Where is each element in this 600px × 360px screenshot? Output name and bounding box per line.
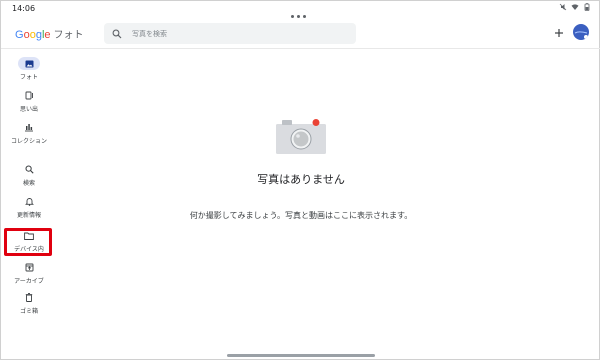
add-button[interactable] <box>551 25 567 41</box>
sidebar-item-search[interactable]: 検索 <box>5 163 53 189</box>
logo-product-name: フォト <box>53 30 84 41</box>
wifi-icon <box>571 4 579 10</box>
plus-icon <box>555 29 563 37</box>
mute-icon <box>559 3 567 11</box>
search-bar[interactable]: 写真を検索 <box>104 23 356 44</box>
status-icons <box>559 3 591 11</box>
highlight-box <box>4 228 52 256</box>
sidebar-item-collections[interactable]: コレクション <box>5 121 53 147</box>
empty-state-description: 何か撮影してみましょう。写真と動画はここに表示されます。 <box>189 211 413 220</box>
memories-icon <box>18 89 40 102</box>
sidebar-item-label: コレクション <box>10 138 47 145</box>
sidebar-item-trash[interactable]: ゴミ箱 <box>5 291 53 317</box>
camera-illustration-icon <box>276 118 326 154</box>
battery-icon <box>584 3 590 11</box>
sidebar-item-label: アーカイブ <box>14 278 44 285</box>
bell-icon <box>18 195 40 208</box>
sidebar-item-memories[interactable]: 思い出 <box>5 89 53 115</box>
status-time: 14:06 <box>12 4 36 13</box>
trash-icon <box>18 291 40 304</box>
google-photos-logo[interactable]: Google フォト <box>15 26 84 41</box>
sidebar-item-label: 思い出 <box>19 106 38 113</box>
sidebar-item-updates[interactable]: 更新情報 <box>5 195 53 221</box>
navigation-rail: フォト 思い出 コレクション 検索 更新情報 デバイス内 アーカイブ ゴミ箱 <box>1 49 57 349</box>
collections-icon <box>18 121 40 134</box>
empty-state-title: 写真はありません <box>257 173 345 186</box>
app-bar: Google フォト 写真を検索 <box>1 19 600 49</box>
multitask-dots-icon[interactable] <box>291 3 311 18</box>
sidebar-item-label: フォト <box>19 74 38 81</box>
search-icon <box>112 28 124 40</box>
photo-icon <box>18 57 40 70</box>
sidebar-item-label: 更新情報 <box>16 212 41 219</box>
sidebar-item-label: 検索 <box>22 180 35 187</box>
app-frame: 14:06 Google フォト 写真を検索 フォト 思い出 コレクション 検索… <box>0 0 600 360</box>
sidebar-item-archive[interactable]: アーカイブ <box>5 261 53 287</box>
account-avatar[interactable] <box>573 24 589 40</box>
search-placeholder: 写真を検索 <box>132 29 167 38</box>
status-bar: 14:06 <box>1 1 600 18</box>
avatar-badge <box>583 34 589 40</box>
home-indicator[interactable] <box>227 354 375 357</box>
sidebar-item-label: ゴミ箱 <box>19 308 38 315</box>
sidebar-item-photos[interactable]: フォト <box>5 57 53 83</box>
search-icon <box>18 163 40 176</box>
archive-icon <box>18 261 40 274</box>
